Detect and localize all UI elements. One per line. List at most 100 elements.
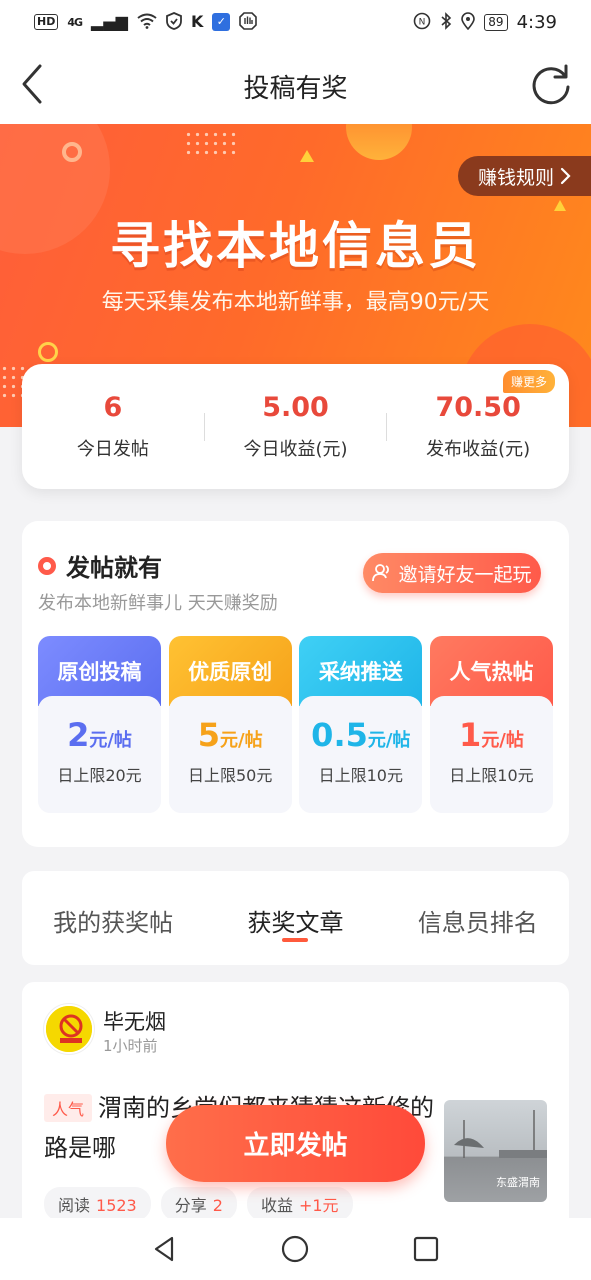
- bluetooth-icon: [440, 11, 452, 33]
- invite-label: 邀请好友一起玩: [398, 563, 532, 586]
- tile-body: 2元/帖 日上限20元: [38, 696, 161, 813]
- tab-bar: 我的获奖帖 获奖文章 信息员排名: [22, 871, 569, 965]
- article-thumbnail[interactable]: 东盛渭南: [444, 1100, 547, 1202]
- tile-limit: 日上限50元: [187, 766, 273, 785]
- stat-value: 6: [103, 392, 123, 423]
- stat-value: 70.50: [435, 392, 521, 423]
- tile-limit: 日上限20元: [57, 766, 142, 785]
- reward-tiles: 原创投稿 2元/帖 日上限20元 优质原创 5元/帖 日上限50元 采纳推送 0…: [38, 636, 553, 813]
- tile-price-num: 5: [197, 716, 220, 754]
- shield-check-icon: [166, 11, 182, 33]
- back-triangle-icon[interactable]: [150, 1234, 180, 1264]
- tile-original[interactable]: 原创投稿 2元/帖 日上限20元: [38, 636, 161, 813]
- tile-price: 5元/帖: [169, 716, 292, 754]
- tile-body: 1元/帖 日上限10元: [429, 696, 553, 813]
- stat-label: 今日发帖: [76, 439, 149, 460]
- k-app-icon: K: [190, 12, 204, 31]
- tile-price: 2元/帖: [38, 716, 161, 754]
- thumbnail-watermark: 东盛渭南: [496, 1176, 540, 1189]
- reward-tasks-card: 发帖就有 发布本地新鲜事儿 天天赚奖励 邀请好友一起玩 原创投稿 2元/帖 日上…: [22, 521, 569, 847]
- svg-text:N: N: [419, 17, 426, 27]
- hand-icon: [239, 11, 258, 33]
- article-stats: 阅读 1523 分享 2 收益 +1元: [44, 1187, 353, 1221]
- location-icon: [461, 11, 476, 33]
- chip-label: 分享: [174, 1196, 207, 1215]
- battery-icon: 89: [484, 13, 508, 31]
- earn-more-badge[interactable]: 赚更多: [503, 370, 556, 393]
- refresh-button[interactable]: [529, 62, 573, 106]
- tile-price-unit: 元/帖: [481, 730, 524, 751]
- signal-bars-icon: ▂▄▆: [91, 12, 128, 31]
- tab-awarded-articles[interactable]: 获奖文章: [204, 871, 386, 965]
- security-shield-icon: ✓: [212, 13, 231, 31]
- stat-today-posts[interactable]: 6 今日发帖: [22, 392, 204, 461]
- post-now-button[interactable]: 立即发帖: [166, 1105, 425, 1182]
- stats-card: 6 今日发帖 5.00 今日收益(元) 赚更多 70.50 发布收益(元): [22, 364, 569, 489]
- chip-earnings: 收益 +1元: [246, 1187, 353, 1221]
- tile-quality[interactable]: 优质原创 5元/帖 日上限50元: [168, 636, 292, 813]
- tile-adopted[interactable]: 采纳推送 0.5元/帖 日上限10元: [299, 636, 423, 813]
- invite-friends-button[interactable]: 邀请好友一起玩: [363, 553, 541, 593]
- popular-tag: 人气: [44, 1094, 93, 1122]
- decor-ring: [38, 342, 58, 362]
- chip-shares: 分享 2: [160, 1187, 237, 1221]
- author-name[interactable]: 毕无烟: [103, 1006, 166, 1036]
- earning-rules-button[interactable]: 赚钱规则: [458, 156, 591, 196]
- signal-label: 4G: [67, 15, 83, 29]
- chip-value: +1元: [298, 1196, 339, 1215]
- home-circle-icon[interactable]: [280, 1234, 310, 1264]
- chip-reads: 阅读 1523: [44, 1187, 151, 1221]
- tile-price-unit: 元/帖: [367, 730, 411, 751]
- stat-value: 5.00: [262, 392, 329, 423]
- chevron-right-icon: [560, 167, 571, 185]
- tile-price: 0.5元/帖: [299, 716, 422, 754]
- avatar[interactable]: [44, 1004, 94, 1054]
- chip-value: 2: [212, 1196, 223, 1215]
- tile-price-num: 0.5: [311, 716, 368, 754]
- task-header: 发帖就有: [38, 548, 162, 583]
- banner-subtitle: 每天采集发布本地新鲜事，最高90元/天: [101, 290, 490, 315]
- data-saver-icon: N: [413, 12, 431, 33]
- stat-post-income[interactable]: 赚更多 70.50 发布收益(元): [387, 370, 569, 461]
- decor-triangle: [300, 150, 314, 162]
- tile-price-num: 1: [459, 716, 482, 754]
- banner-title: 寻找本地信息员: [110, 217, 481, 275]
- nav-bar: 投稿有奖: [0, 44, 591, 124]
- chip-value: 1523: [96, 1196, 137, 1215]
- chip-label: 收益: [260, 1196, 293, 1215]
- recent-apps-icon[interactable]: [411, 1234, 441, 1264]
- decor-ring: [62, 142, 82, 162]
- page-title: 投稿有奖: [243, 74, 348, 104]
- no-smoking-icon: [46, 1006, 92, 1052]
- tab-label: 获奖文章: [247, 909, 344, 937]
- tile-limit: 日上限10元: [449, 766, 534, 785]
- chip-label: 阅读: [58, 1196, 91, 1215]
- tile-body: 0.5元/帖 日上限10元: [299, 696, 423, 813]
- stat-label: 今日收益(元): [243, 439, 348, 460]
- wifi-icon: [137, 13, 157, 32]
- earning-rules-label: 赚钱规则: [478, 166, 555, 189]
- tile-body: 5元/帖 日上限50元: [168, 696, 292, 813]
- refresh-icon: [532, 64, 570, 105]
- decor-circle: [346, 124, 412, 160]
- active-tab-indicator: [282, 938, 309, 942]
- task-subtitle: 发布本地新鲜事儿 天天赚奖励: [38, 593, 278, 614]
- system-nav-bar: [0, 1218, 591, 1280]
- tile-price: 1元/帖: [430, 716, 553, 754]
- tile-price-num: 2: [67, 716, 90, 754]
- stat-label: 发布收益(元): [426, 439, 531, 460]
- tile-price-unit: 元/帖: [89, 730, 132, 751]
- tab-reporter-ranking[interactable]: 信息员排名: [387, 871, 569, 965]
- status-bar: HD 4G ▂▄▆ K ✓ N 89 4:39: [0, 0, 591, 44]
- decor-dots: [184, 130, 238, 160]
- tab-my-awarded-posts[interactable]: 我的获奖帖: [22, 871, 204, 965]
- hd-indicator: HD: [34, 14, 59, 30]
- bullet-dot-icon: [38, 556, 56, 575]
- tile-popular[interactable]: 人气热帖 1元/帖 日上限10元: [429, 636, 553, 813]
- post-time: 1小时前: [103, 1037, 158, 1055]
- tile-limit: 日上限10元: [318, 766, 403, 785]
- task-title: 发帖就有: [66, 554, 162, 582]
- clock: 4:39: [516, 11, 557, 33]
- tile-price-unit: 元/帖: [220, 730, 263, 751]
- stat-today-income[interactable]: 5.00 今日收益(元): [205, 392, 387, 461]
